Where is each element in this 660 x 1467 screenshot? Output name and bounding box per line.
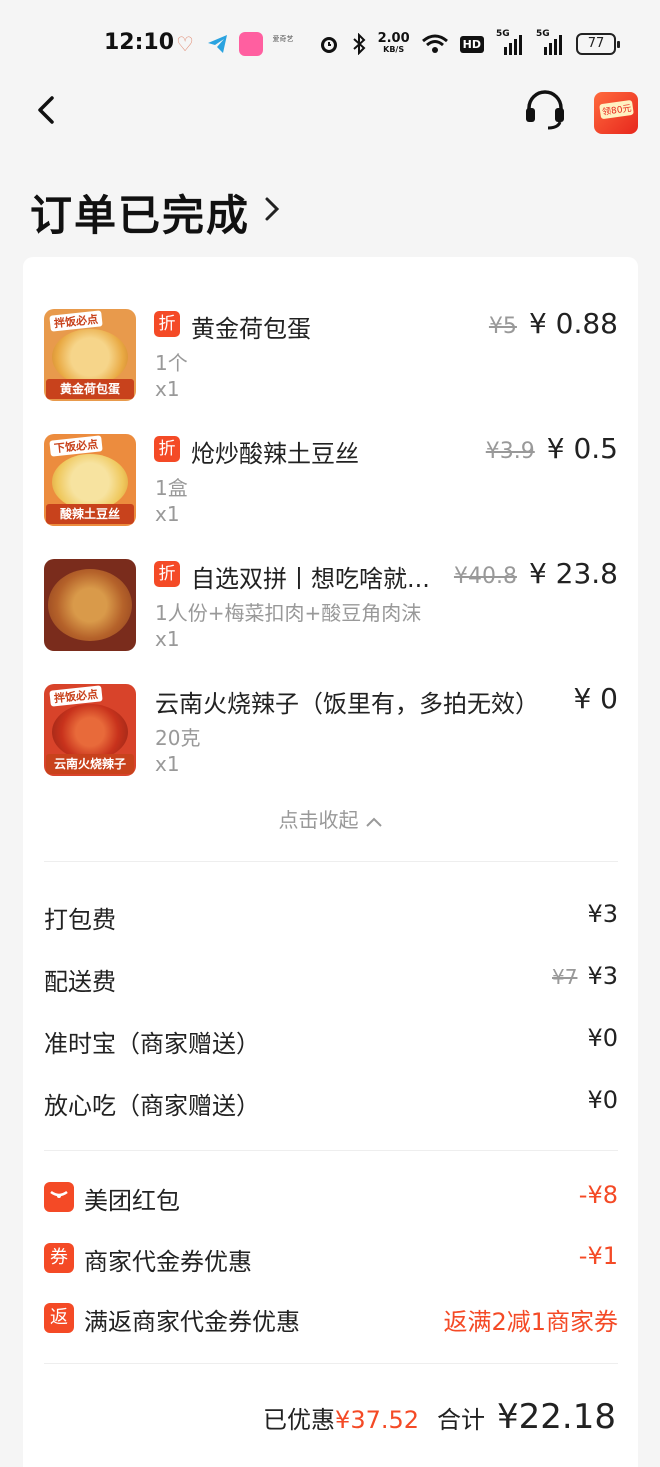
item-price: ¥5 ¥ 0.88 bbox=[489, 307, 618, 340]
signal-icon: 5G bbox=[536, 29, 564, 55]
item-name: 黄金荷包蛋 bbox=[191, 315, 311, 343]
bluetooth-icon bbox=[352, 33, 366, 55]
alarm-icon bbox=[320, 37, 337, 53]
current-price: ¥ 23.8 bbox=[528, 557, 618, 590]
order-item: 折 自选双拼丨想吃啥就... 1人份+梅菜扣肉+酸豆角肉沫 x1 ¥40.8 ¥… bbox=[44, 557, 618, 659]
order-summary: 已优惠 ¥37.52 合计 ¥22.18 bbox=[263, 1397, 616, 1437]
saved-label: 已优惠 bbox=[263, 1406, 336, 1434]
fee-label: 准时宝（商家赠送） bbox=[44, 1030, 260, 1058]
item-qty: x1 bbox=[155, 752, 180, 776]
collapse-label: 点击收起 bbox=[278, 808, 359, 832]
item-thumbnail: 拌饭必点 云南火烧辣子 bbox=[44, 684, 136, 776]
discount-label: 满返商家代金券优惠 bbox=[84, 1308, 300, 1336]
hd-badge: HD bbox=[459, 35, 484, 53]
item-thumbnail: 拌饭必点 黄金荷包蛋 bbox=[44, 309, 136, 401]
item-name: 云南火烧辣子（饭里有，多拍无效） bbox=[155, 690, 539, 718]
order-status-title[interactable]: 订单已完成 bbox=[30, 182, 250, 243]
item-thumbnail bbox=[44, 559, 136, 651]
rebate-icon: 返 bbox=[44, 1303, 74, 1333]
fee-row-delivery: 配送费 ¥7 ¥3 bbox=[44, 962, 618, 1002]
voucher-icon: 券 bbox=[44, 1243, 74, 1273]
red-packet-icon bbox=[44, 1182, 74, 1212]
discount-row-red-packet: 美团红包 -¥8 bbox=[44, 1181, 618, 1222]
headset-icon bbox=[526, 90, 564, 130]
health-app-icon: ♡ bbox=[176, 32, 194, 56]
fee-label: 放心吃（商家赠送） bbox=[44, 1092, 260, 1120]
telegram-icon bbox=[206, 32, 230, 56]
item-name: 自选双拼丨想吃啥就... bbox=[191, 565, 430, 593]
order-item: 下饭必点 酸辣土豆丝 折 炝炒酸辣土豆丝 1盒 x1 ¥3.9 ¥ 0.5 bbox=[44, 432, 618, 534]
discount-badge: 折 bbox=[154, 436, 180, 462]
item-spec: 1个 bbox=[155, 351, 188, 375]
discount-row-rebate: 返 满返商家代金券优惠 返满2减1商家券 bbox=[44, 1303, 618, 1343]
discount-value: 返满2减1商家券 bbox=[443, 1308, 618, 1336]
chevron-up-icon bbox=[365, 817, 382, 827]
current-price: ¥ 0.88 bbox=[528, 307, 618, 340]
collapse-items-button[interactable]: 点击收起 bbox=[23, 804, 638, 833]
fee-row-packing: 打包费 ¥3 bbox=[44, 900, 618, 940]
item-price: ¥ 0 bbox=[573, 682, 618, 715]
order-item: 拌饭必点 黄金荷包蛋 折 黄金荷包蛋 1个 x1 ¥5 ¥ 0.88 bbox=[44, 307, 618, 409]
saved-amount: ¥37.52 bbox=[335, 1406, 420, 1434]
item-name: 炝炒酸辣土豆丝 bbox=[191, 440, 359, 468]
total-amount: ¥22.18 bbox=[497, 1397, 616, 1437]
chevron-right-icon[interactable] bbox=[262, 194, 282, 224]
item-thumbnail: 下饭必点 酸辣土豆丝 bbox=[44, 434, 136, 526]
fee-label: 配送费 bbox=[44, 968, 116, 996]
divider bbox=[44, 861, 618, 862]
discount-label: 美团红包 bbox=[84, 1187, 180, 1215]
current-price: ¥ 0 bbox=[573, 682, 618, 715]
current-price: ¥ 0.5 bbox=[546, 432, 618, 465]
item-price: ¥40.8 ¥ 23.8 bbox=[454, 557, 618, 590]
discount-row-voucher: 券 商家代金券优惠 -¥1 bbox=[44, 1242, 618, 1283]
item-price: ¥3.9 ¥ 0.5 bbox=[486, 432, 618, 465]
item-spec: 1盒 bbox=[155, 476, 188, 500]
battery-icon: 77 bbox=[576, 33, 620, 55]
iqiyi-icon: 爱奇艺 bbox=[272, 35, 294, 43]
red-packet-promo-button[interactable]: 领80元 bbox=[592, 84, 640, 136]
fee-value: ¥0 bbox=[587, 1024, 618, 1052]
discount-badge: 折 bbox=[154, 561, 180, 587]
fee-row-food-safety[interactable]: 放心吃（商家赠送） ¥0 bbox=[44, 1086, 618, 1126]
order-detail-card: 拌饭必点 黄金荷包蛋 折 黄金荷包蛋 1个 x1 ¥5 ¥ 0.88 下饭必点 … bbox=[23, 257, 638, 1467]
item-qty: x1 bbox=[155, 502, 180, 526]
chevron-left-icon bbox=[38, 96, 54, 124]
original-price: ¥5 bbox=[488, 314, 517, 339]
network-speed: 2.00 KB/S bbox=[377, 31, 410, 54]
signal-icon: 5G bbox=[496, 29, 524, 55]
discount-value: -¥8 bbox=[578, 1181, 618, 1209]
fee-label: 打包费 bbox=[44, 906, 116, 934]
back-button[interactable] bbox=[30, 88, 70, 132]
status-time: 12:10 bbox=[104, 30, 175, 55]
status-bar: 12:10 ♡ 爱奇艺 2.00 KB/S HD 5G 5G 77 bbox=[0, 0, 660, 88]
fee-value: ¥3 bbox=[587, 900, 618, 928]
original-price: ¥40.8 bbox=[453, 564, 517, 589]
original-price: ¥3.9 bbox=[485, 439, 535, 464]
item-spec: 20克 bbox=[155, 726, 201, 750]
divider bbox=[44, 1363, 618, 1364]
discount-badge: 折 bbox=[154, 311, 180, 337]
fee-row-ontime-guarantee[interactable]: 准时宝（商家赠送） ¥0 bbox=[44, 1024, 618, 1064]
original-fee: ¥7 bbox=[552, 965, 578, 989]
item-qty: x1 bbox=[155, 377, 180, 401]
order-item: 拌饭必点 云南火烧辣子 云南火烧辣子（饭里有，多拍无效） 20克 x1 ¥ 0 bbox=[44, 682, 618, 784]
bilibili-icon bbox=[239, 32, 263, 56]
item-qty: x1 bbox=[155, 627, 180, 651]
discount-value: -¥1 bbox=[578, 1242, 618, 1270]
wifi-icon bbox=[421, 34, 448, 53]
total-label: 合计 bbox=[437, 1406, 486, 1434]
item-spec: 1人份+梅菜扣肉+酸豆角肉沫 bbox=[155, 601, 422, 625]
discount-label: 商家代金券优惠 bbox=[84, 1248, 252, 1276]
customer-service-button[interactable] bbox=[522, 90, 568, 132]
fee-value: ¥0 bbox=[587, 1086, 618, 1114]
divider bbox=[44, 1150, 618, 1151]
fee-value: ¥7 ¥3 bbox=[552, 962, 618, 990]
